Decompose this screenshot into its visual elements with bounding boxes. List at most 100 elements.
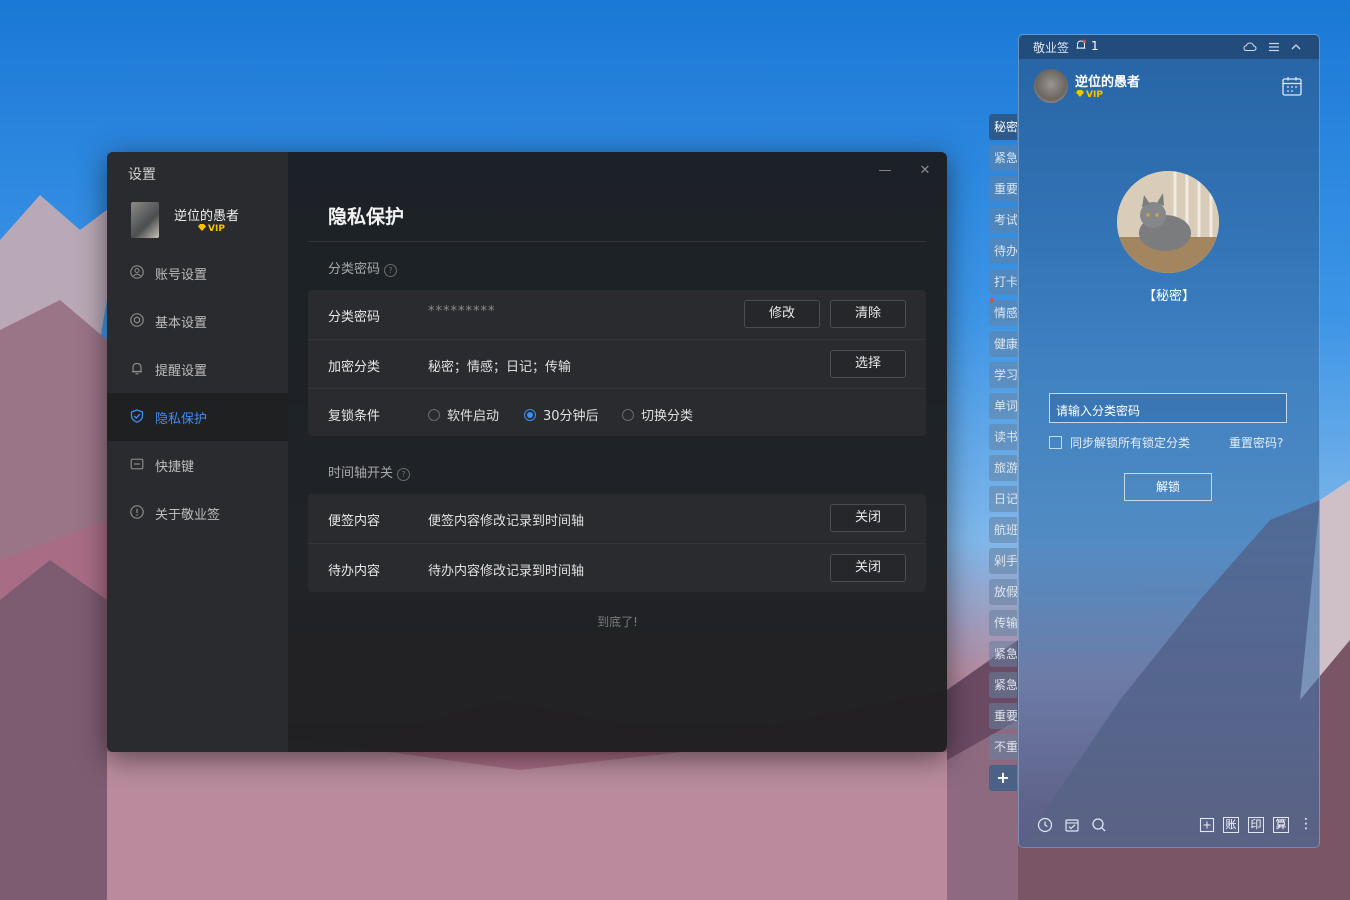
sidebar-item-about[interactable]: 关于敬业签 <box>107 489 288 537</box>
category-tab[interactable]: 放假 <box>989 579 1017 605</box>
password-row: 分类密码 ********* 修改 清除 <box>308 290 926 339</box>
radio-30-minutes[interactable]: 30分钟后 <box>524 405 599 424</box>
cloud-sync-icon[interactable] <box>1243 40 1257 54</box>
sidebar-item-label: 快捷键 <box>155 460 195 475</box>
print-tool-button[interactable]: 印 <box>1248 817 1264 833</box>
username: 逆位的愚者 <box>1075 75 1141 90</box>
notification-bell-icon[interactable] <box>1075 39 1087 51</box>
reset-password-link[interactable]: 重置密码? <box>1229 434 1283 451</box>
menu-icon[interactable] <box>1267 40 1281 54</box>
category-tab[interactable]: 单词 <box>989 393 1017 419</box>
accounting-tool-button[interactable]: 账 <box>1223 817 1239 833</box>
category-tab[interactable]: 日记 <box>989 486 1017 512</box>
divider <box>308 241 926 242</box>
settings-hex-icon <box>130 313 144 327</box>
category-tab[interactable]: 打卡 <box>989 269 1017 295</box>
radio-software-start[interactable]: 软件启动 <box>428 405 499 424</box>
close-icon[interactable]: ✕ <box>918 164 932 178</box>
category-tab[interactable]: 旅游 <box>989 455 1017 481</box>
category-tab[interactable]: 秘密 <box>989 114 1017 140</box>
todo-timeline-row: 待办内容 待办内容修改记录到时间轴 关闭 <box>308 543 926 593</box>
category-tab[interactable]: 传输 <box>989 610 1017 636</box>
help-icon[interactable]: ? <box>384 264 398 277</box>
section-category-password: 分类密码? <box>328 258 398 277</box>
sidebar-item-label: 隐私保护 <box>155 412 208 427</box>
password-value: ********* <box>428 304 496 319</box>
category-tab[interactable]: 重要 <box>989 176 1017 202</box>
sidebar-item-label: 基本设置 <box>155 316 208 331</box>
settings-main: — ✕ 隐私保护 分类密码? 分类密码 ********* 修改 清除 加密分类… <box>288 152 947 752</box>
category-tab[interactable]: 学习 <box>989 362 1017 388</box>
checkbox-label: 同步解锁所有锁定分类 <box>1070 436 1191 450</box>
category-tab[interactable]: 紧急 <box>989 145 1017 171</box>
todo-check-icon[interactable] <box>1064 817 1080 833</box>
unlock-button[interactable]: 解锁 <box>1124 473 1212 501</box>
vip-label: VIP <box>208 224 225 234</box>
vip-gem-icon <box>1076 90 1084 97</box>
category-tab[interactable]: 健康 <box>989 331 1017 357</box>
category-tab[interactable]: 航班 <box>989 517 1017 543</box>
row-label: 便签内容 <box>328 514 381 529</box>
sidebar-item-privacy[interactable]: 隐私保护 <box>107 393 288 441</box>
section-label: 分类密码 <box>328 262 381 277</box>
notes-timeline-row: 便签内容 便签内容修改记录到时间轴 关闭 <box>308 494 926 543</box>
bell-icon <box>132 362 142 375</box>
checkbox-box <box>1049 436 1062 449</box>
sidebar-item-basic[interactable]: 基本设置 <box>107 297 288 345</box>
radio-label: 30分钟后 <box>543 409 599 424</box>
radio-switch-category[interactable]: 切换分类 <box>622 405 693 424</box>
clear-button[interactable]: 清除 <box>830 300 906 328</box>
calculator-tool-button[interactable]: 算 <box>1273 817 1289 833</box>
widget-title-bar: 敬业签 1 <box>1019 35 1319 59</box>
avatar[interactable] <box>131 202 159 238</box>
sync-unlock-checkbox[interactable]: 同步解锁所有锁定分类 <box>1049 434 1190 451</box>
unread-dot <box>990 298 994 302</box>
category-tab[interactable]: 情感 <box>989 300 1017 326</box>
minimize-icon[interactable]: — <box>878 164 892 178</box>
add-category-button[interactable]: + <box>989 765 1017 791</box>
radio-circle <box>524 408 536 421</box>
vip-badge: VIP <box>198 224 225 234</box>
radio-label: 切换分类 <box>641 409 694 424</box>
page-title: 隐私保护 <box>328 206 405 228</box>
shield-icon <box>130 409 144 423</box>
clock-icon[interactable] <box>1037 817 1053 833</box>
title-bar: — ✕ <box>288 152 947 192</box>
add-note-icon[interactable] <box>1199 817 1215 833</box>
settings-sidebar: 设置 逆位的愚者 VIP 账号设置 基本设置 提醒设置 隐私保护 快捷键 关于敬… <box>107 152 288 752</box>
row-description: 待办内容修改记录到时间轴 <box>428 564 585 579</box>
modify-button[interactable]: 修改 <box>744 300 820 328</box>
avatar[interactable] <box>1034 69 1068 103</box>
category-tab[interactable]: 待办 <box>989 238 1017 264</box>
sidebar-item-label: 提醒设置 <box>155 364 208 379</box>
category-password-input[interactable]: 请输入分类密码 <box>1049 393 1287 423</box>
vip-gem-icon <box>198 224 206 231</box>
search-icon[interactable] <box>1091 817 1107 833</box>
settings-window: 设置 逆位的愚者 VIP 账号设置 基本设置 提醒设置 隐私保护 快捷键 关于敬… <box>107 152 947 752</box>
category-tab[interactable]: 考试 <box>989 207 1017 233</box>
vip-label: VIP <box>1086 90 1103 100</box>
category-tab[interactable]: 不重 <box>989 734 1017 760</box>
category-tab[interactable]: 读书 <box>989 424 1017 450</box>
notes-timeline-toggle-button[interactable]: 关闭 <box>830 504 906 532</box>
category-tab[interactable]: 剁手 <box>989 548 1017 574</box>
radio-label: 软件启动 <box>447 409 500 424</box>
calendar-icon[interactable] <box>1281 75 1303 97</box>
more-options-icon[interactable]: ⋮ <box>1299 817 1313 831</box>
relock-condition-row: 复锁条件 软件启动 30分钟后 切换分类 <box>308 388 926 438</box>
sidebar-item-reminder[interactable]: 提醒设置 <box>107 345 288 393</box>
sidebar-item-label: 账号设置 <box>155 268 208 283</box>
settings-user-profile[interactable]: 逆位的愚者 VIP <box>131 202 281 240</box>
category-tab[interactable]: 紧急 <box>989 641 1017 667</box>
encrypted-categories-value: 秘密；情感；日记；传输 <box>428 360 572 375</box>
sidebar-item-account[interactable]: 账号设置 <box>107 249 288 297</box>
category-tab[interactable]: 重要 <box>989 703 1017 729</box>
help-icon[interactable]: ? <box>397 468 411 481</box>
todo-timeline-toggle-button[interactable]: 关闭 <box>830 554 906 582</box>
sidebar-item-shortcuts[interactable]: 快捷键 <box>107 441 288 489</box>
chevron-up-icon[interactable] <box>1289 40 1303 54</box>
select-button[interactable]: 选择 <box>830 350 906 378</box>
category-tab[interactable]: 紧急 <box>989 672 1017 698</box>
widget-user-profile[interactable]: 逆位的愚者 VIP <box>1034 69 1154 105</box>
row-label: 复锁条件 <box>328 409 381 424</box>
